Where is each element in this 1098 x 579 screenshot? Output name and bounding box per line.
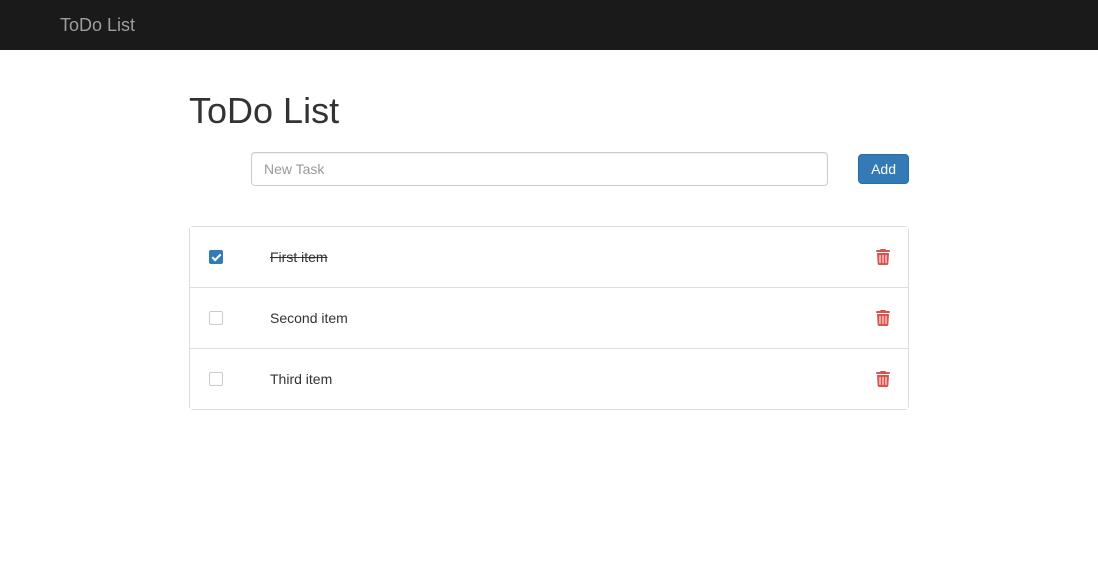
main-container: ToDo List Add First item Second item bbox=[174, 90, 924, 410]
task-list: First item Second item Third item bbox=[189, 226, 909, 410]
task-checkbox[interactable] bbox=[209, 372, 223, 386]
task-row: Second item bbox=[190, 288, 908, 349]
add-button[interactable]: Add bbox=[858, 154, 909, 184]
task-label: Second item bbox=[270, 310, 876, 326]
task-label: First item bbox=[270, 249, 876, 265]
task-row: First item bbox=[190, 227, 908, 288]
trash-icon[interactable] bbox=[876, 371, 890, 387]
task-label: Third item bbox=[270, 371, 876, 387]
trash-icon[interactable] bbox=[876, 310, 890, 326]
task-checkbox[interactable] bbox=[209, 250, 223, 264]
navbar-brand[interactable]: ToDo List bbox=[60, 15, 135, 36]
navbar: ToDo List bbox=[0, 0, 1098, 50]
new-task-input[interactable] bbox=[251, 152, 828, 186]
add-task-form: Add bbox=[189, 152, 909, 186]
task-row: Third item bbox=[190, 349, 908, 409]
trash-icon[interactable] bbox=[876, 249, 890, 265]
task-checkbox[interactable] bbox=[209, 311, 223, 325]
page-title: ToDo List bbox=[189, 90, 909, 132]
